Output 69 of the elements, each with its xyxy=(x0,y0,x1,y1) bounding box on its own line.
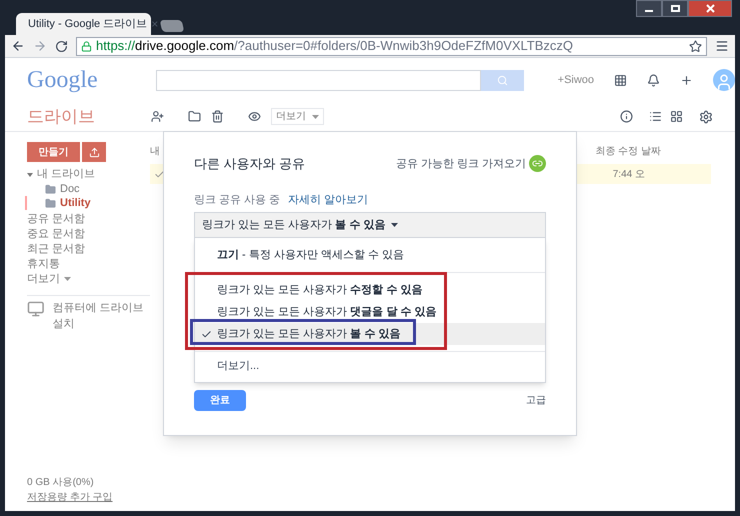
search-icon xyxy=(496,74,508,86)
menu-option[interactable]: 링크가 있는 모든 사용자가 수정할 수 있음 xyxy=(195,279,545,301)
trash-icon[interactable] xyxy=(211,110,224,123)
new-tab-button[interactable] xyxy=(160,20,184,32)
bookmark-star-icon[interactable] xyxy=(689,40,702,52)
monitor-icon xyxy=(27,300,45,318)
dialog-title: 다른 사용자와 공유 xyxy=(194,155,306,173)
close-button[interactable] xyxy=(688,0,732,17)
access-dropdown[interactable]: 링크가 있는 모든 사용자가 볼 수 있음 xyxy=(194,212,546,238)
checkmark-icon xyxy=(154,168,165,180)
expand-caret-icon[interactable] xyxy=(27,172,33,178)
sidebar-item[interactable]: 공유 문서함 xyxy=(27,211,150,225)
sidebar-item[interactable]: 최근 문서함 xyxy=(27,241,150,255)
more-button[interactable]: 더보기 xyxy=(271,108,324,125)
menu-option[interactable]: 끄기 - 특정 사용자만 액세스할 수 있음 xyxy=(195,244,545,266)
menu-icon[interactable] xyxy=(715,39,729,53)
modified-time: 7:44 오 xyxy=(612,168,645,182)
upload-button[interactable] xyxy=(82,142,106,162)
drive-title: 드라이브 xyxy=(27,106,96,128)
learn-more-link[interactable]: 자세히 알아보기 xyxy=(288,192,368,208)
user-name[interactable]: +Siwoo xyxy=(558,72,594,88)
search-field[interactable] xyxy=(156,70,481,90)
maximize-button[interactable] xyxy=(662,0,688,17)
buy-storage-link[interactable]: 저장용량 추가 구입 xyxy=(27,490,113,505)
folder-icon xyxy=(45,184,56,194)
done-button[interactable]: 완료 xyxy=(194,390,246,411)
tab-title: Utility - Google 드라이브 xyxy=(28,16,148,32)
more-option[interactable]: 더보기... xyxy=(195,358,545,376)
reload-icon[interactable] xyxy=(55,40,68,52)
get-link-label[interactable]: 공유 가능한 링크 가져오기 xyxy=(396,156,526,172)
column-header: 내 xyxy=(150,144,160,158)
url-text: https://drive.google.com/?authuser=0#folders/0B-Wnwib3h9OdeFZfM0VXLTBzczQ xyxy=(96,37,574,56)
install-drive-link[interactable]: 컴퓨터에 드라이브 설치 xyxy=(52,300,150,332)
address-field[interactable]: https://drive.google.com/?authuser=0#folders/0B-Wnwib3h9OdeFZfM0VXLTBzczQ xyxy=(76,36,707,56)
minimize-button[interactable] xyxy=(636,0,662,17)
storage-usage: 0 GB 사용(0%) xyxy=(27,476,94,490)
checkmark-icon xyxy=(200,328,212,340)
lock-icon xyxy=(81,40,92,52)
folder-icon xyxy=(45,198,56,208)
apps-icon[interactable] xyxy=(614,74,628,86)
upload-icon xyxy=(88,146,100,158)
advanced-link[interactable]: 고급 xyxy=(526,393,546,408)
tree-item[interactable]: Utility xyxy=(60,194,91,212)
link-sharing-status: 링크 공유 사용 중 xyxy=(194,192,280,208)
caret-icon xyxy=(64,277,71,282)
google-logo: Google xyxy=(27,66,98,95)
info-icon[interactable] xyxy=(620,110,633,123)
eye-icon[interactable] xyxy=(248,110,261,123)
sidebar-item[interactable]: 중요 문서함 xyxy=(27,226,150,240)
tree-item[interactable]: Doc xyxy=(60,180,80,198)
modified-column-header[interactable]: 최종 수정 날짜 xyxy=(595,144,661,158)
add-person-icon[interactable] xyxy=(151,110,164,123)
folder-icon[interactable] xyxy=(188,110,201,123)
create-button[interactable]: 만들기 xyxy=(27,142,80,162)
caret-icon xyxy=(312,114,319,118)
avatar[interactable] xyxy=(713,69,736,91)
notification-icon[interactable] xyxy=(647,74,660,86)
tree-item[interactable]: 내 드라이브 xyxy=(37,166,96,183)
caret-icon xyxy=(391,223,398,227)
list-view-icon[interactable] xyxy=(649,110,662,123)
menu-option[interactable]: 링크가 있는 모든 사용자가 볼 수 있음 xyxy=(195,323,545,345)
close-icon xyxy=(706,4,714,13)
back-icon[interactable] xyxy=(11,39,25,53)
sidebar-item[interactable]: 휴지통 xyxy=(27,256,150,270)
share-plus-icon[interactable] xyxy=(680,74,694,86)
grid-view-icon[interactable] xyxy=(670,110,683,123)
menu-option[interactable]: 링크가 있는 모든 사용자가 댓글을 달 수 있음 xyxy=(195,301,545,323)
settings-icon[interactable] xyxy=(699,110,713,124)
sidebar-more[interactable]: 더보기 xyxy=(27,271,150,288)
